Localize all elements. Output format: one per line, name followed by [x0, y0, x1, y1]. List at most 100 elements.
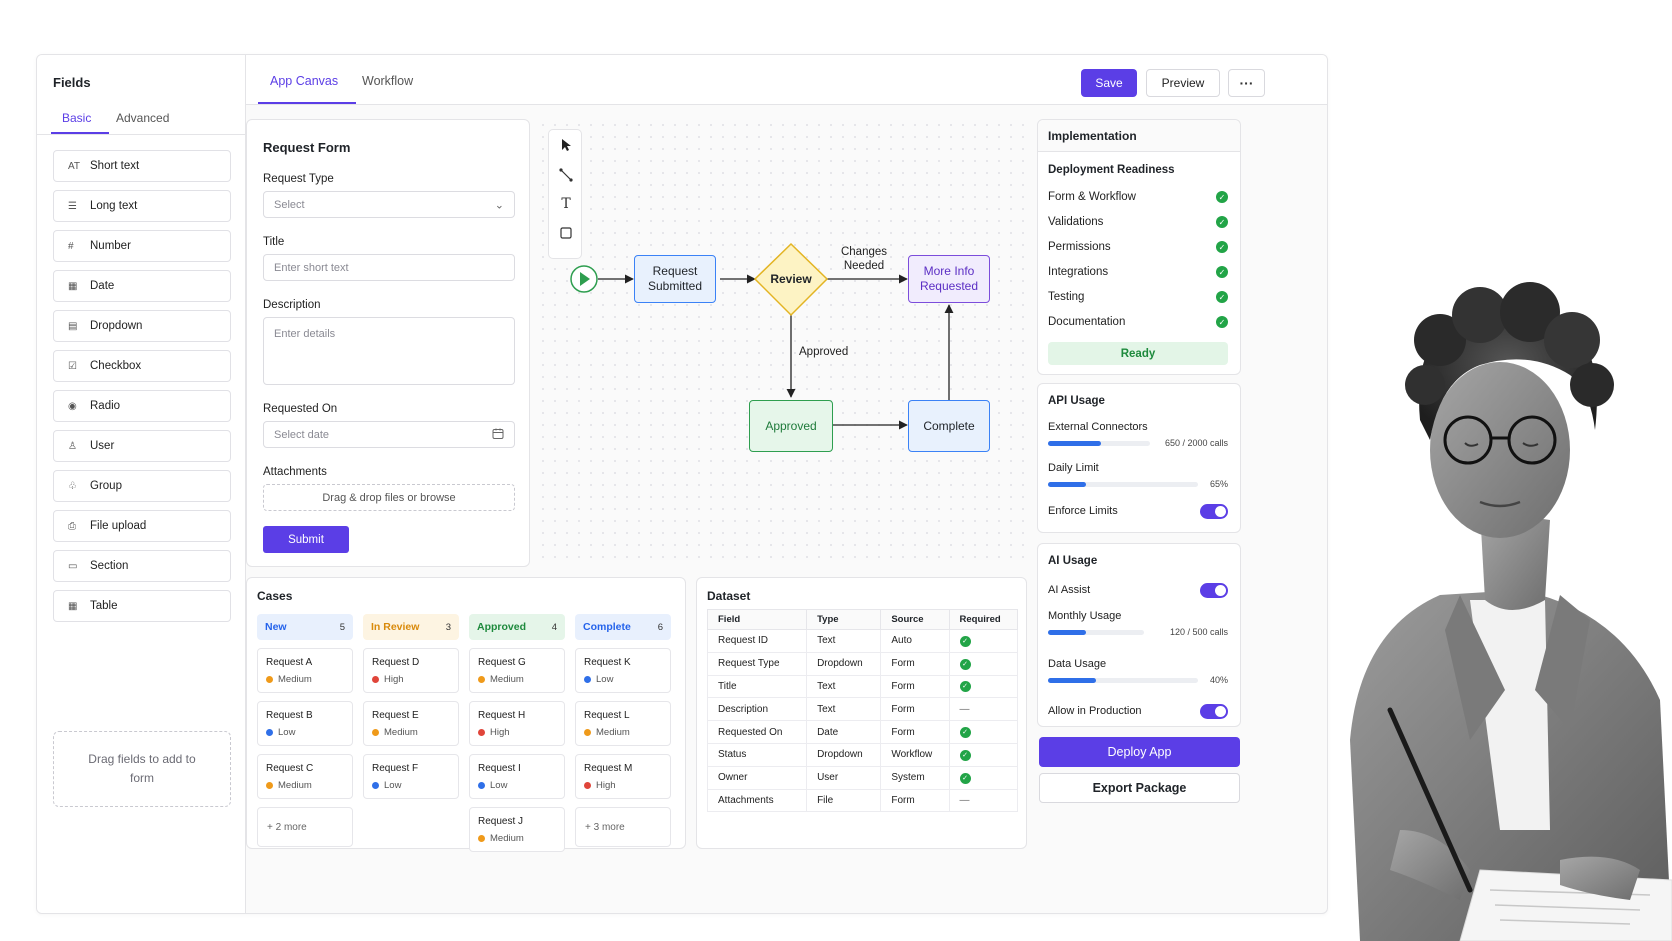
more-options-button[interactable]: ··· — [1228, 69, 1265, 97]
field-group[interactable]: ♧ Group — [53, 470, 231, 502]
case-card[interactable]: Request H High — [469, 701, 565, 746]
case-card[interactable]: Request G Medium — [469, 648, 565, 693]
field-date[interactable]: ▦ Date — [53, 270, 231, 302]
field-file-upload[interactable]: ⎙ File upload — [53, 510, 231, 542]
field-checkbox[interactable]: ☑ Checkbox — [53, 350, 231, 382]
field-radio[interactable]: ◉ Radio — [53, 390, 231, 422]
column-header[interactable]: Approved 4 — [469, 614, 565, 640]
field-table[interactable]: ▦ Table — [53, 590, 231, 622]
table-row[interactable]: Requested On Date Form ✓ — [706, 720, 1018, 744]
field-user[interactable]: ♙ User — [53, 430, 231, 462]
case-title: Request G — [478, 657, 526, 668]
data-usage-bar — [1048, 678, 1198, 683]
node-approved[interactable]: Approved — [749, 400, 833, 452]
short-text-icon: AT — [68, 160, 81, 172]
case-card[interactable]: Request A Medium — [257, 648, 353, 693]
request-type-select[interactable]: Select ⌄ — [263, 191, 515, 218]
priority-dot-icon — [372, 676, 379, 683]
case-card[interactable]: Request J Medium — [469, 807, 565, 852]
node-complete[interactable]: Complete — [908, 400, 990, 452]
tab-basic[interactable]: Basic — [62, 111, 91, 125]
type-cell: Text — [806, 629, 882, 653]
source-cell: Form — [880, 674, 950, 699]
case-card[interactable]: Request D High — [363, 648, 459, 693]
source-cell: Workflow — [880, 742, 950, 767]
edge-label-changes-needed: Changes Needed — [840, 246, 888, 272]
external-connectors-value: 650 / 2000 calls — [1164, 438, 1228, 448]
column-header[interactable]: In Review 3 — [363, 614, 459, 640]
readiness-item: Documentation ✓ — [1048, 316, 1228, 328]
title-input[interactable]: Enter short text — [263, 254, 515, 281]
readiness-item-label: Testing — [1048, 291, 1085, 303]
deploy-app-button[interactable]: Deploy App — [1039, 737, 1240, 767]
required-cell: ✓ — [948, 720, 1018, 744]
field-number[interactable]: # Number — [53, 230, 231, 262]
node-more-info-requested[interactable]: More Info Requested — [908, 255, 990, 303]
field-section[interactable]: ▭ Section — [53, 550, 231, 582]
table-row[interactable]: Attachments File Form — — [706, 788, 1018, 813]
preview-button[interactable]: Preview — [1146, 69, 1220, 97]
field-long-text[interactable]: ☰ Long text — [53, 190, 231, 222]
enforce-limits-toggle[interactable] — [1200, 504, 1228, 519]
tab-app-canvas[interactable]: App Canvas — [270, 74, 338, 88]
field-short-text[interactable]: AT Short text — [53, 150, 231, 182]
date-placeholder: Select date — [274, 428, 330, 441]
tab-workflow[interactable]: Workflow — [362, 74, 413, 88]
case-title: Request E — [372, 710, 419, 721]
checkbox-icon: ☑ — [68, 360, 77, 372]
case-card[interactable]: Request L Medium — [575, 701, 671, 746]
check-icon: ✓ — [1216, 216, 1228, 228]
priority-dot-icon — [372, 729, 379, 736]
case-card[interactable]: Request E Medium — [363, 701, 459, 746]
case-priority: High — [372, 674, 450, 685]
priority-dot-icon — [478, 729, 485, 736]
field-dropdown[interactable]: ▤ Dropdown — [53, 310, 231, 342]
allow-production-label: Allow in Production — [1048, 705, 1142, 717]
node-request-submitted[interactable]: Request Submitted — [634, 255, 716, 303]
check-icon: ✓ — [1216, 266, 1228, 278]
ai-assist-toggle[interactable] — [1200, 583, 1228, 598]
table-row[interactable]: Request Type Dropdown Form ✓ — [706, 651, 1018, 676]
field-cell: Owner — [706, 765, 808, 790]
more-cases-link[interactable]: + 2 more — [257, 807, 353, 847]
case-card[interactable]: Request K Low — [575, 648, 671, 693]
tab-advanced[interactable]: Advanced — [116, 111, 169, 125]
type-cell: Dropdown — [806, 742, 882, 767]
group-icon: ♧ — [68, 480, 77, 492]
table-row[interactable]: Owner User System ✓ — [706, 765, 1018, 790]
daily-limit-label: Daily Limit — [1048, 462, 1099, 474]
workflow-canvas[interactable]: T Request Submitted Review More Info Req… — [537, 119, 1027, 567]
date-picker-input[interactable]: Select date — [263, 421, 515, 448]
submit-button[interactable]: Submit — [263, 526, 349, 553]
case-card[interactable]: Request C Medium — [257, 754, 353, 799]
node-review[interactable]: Review — [761, 270, 821, 288]
column-header[interactable]: Complete 6 — [575, 614, 671, 640]
column-header[interactable]: New 5 — [257, 614, 353, 640]
table-row[interactable]: Status Dropdown Workflow ✓ — [706, 742, 1018, 767]
data-usage-fill — [1048, 678, 1096, 683]
drop-zone[interactable]: Drag fields to add to form — [53, 731, 231, 807]
readiness-item: Permissions ✓ — [1048, 241, 1228, 253]
case-title: Request F — [372, 763, 419, 774]
save-button[interactable]: Save — [1081, 69, 1137, 97]
case-card[interactable]: Request F Low — [363, 754, 459, 799]
more-cases-link[interactable]: + 3 more — [575, 807, 671, 847]
edge-label-approved: Approved — [799, 346, 849, 358]
table-row[interactable]: Title Text Form ✓ — [706, 674, 1018, 699]
export-package-button[interactable]: Export Package — [1039, 773, 1240, 803]
table-row[interactable]: Request ID Text Auto ✓ — [706, 629, 1018, 653]
case-card[interactable]: Request M High — [575, 754, 671, 799]
dataset-table: Field Type Source Required Request ID Text Au… — [706, 609, 1018, 813]
description-textarea[interactable]: Enter details — [263, 317, 515, 385]
type-cell: Text — [806, 674, 882, 699]
app-window: Fields Basic Advanced AT Short text ☰ Long … — [36, 54, 1328, 914]
allow-production-toggle[interactable] — [1200, 704, 1228, 719]
file-upload-dropzone[interactable]: Drag & drop files or browse — [263, 484, 515, 511]
case-card[interactable]: Request I Low — [469, 754, 565, 799]
column-name: New — [265, 621, 287, 633]
case-card[interactable]: Request B Low — [257, 701, 353, 746]
priority-dot-icon — [372, 782, 379, 789]
check-icon: ✓ — [1216, 241, 1228, 253]
table-row[interactable]: Description Text Form — — [706, 697, 1018, 722]
case-title: Request A — [266, 657, 313, 668]
